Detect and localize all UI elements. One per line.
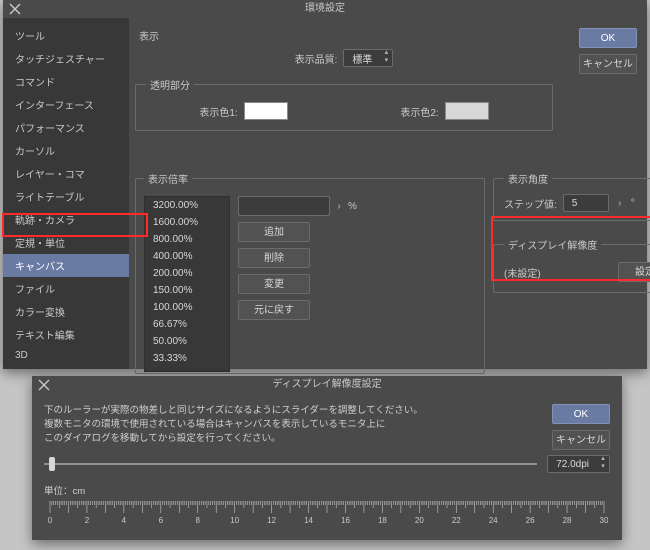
zoom-input[interactable] <box>238 196 330 216</box>
svg-text:8: 8 <box>196 516 201 525</box>
zoom-delete-button[interactable]: 削除 <box>238 248 310 268</box>
dpi-spinner[interactable]: 72.0dpi ▴▾ <box>547 455 610 473</box>
svg-text:16: 16 <box>341 516 350 525</box>
transparency-legend: 透明部分 <box>146 77 194 92</box>
chevron-down-icon[interactable]: ▾ <box>380 58 392 66</box>
zoom-list-item[interactable]: 1600.00% <box>145 214 229 231</box>
cancel-button[interactable]: キャンセル <box>552 430 610 450</box>
percent-label: % <box>348 201 357 212</box>
dialog-title: 環境設定 <box>3 0 647 18</box>
dialog-title: ディスプレイ解像度設定 <box>32 376 622 394</box>
category-sidebar: ツールタッチジェスチャーコマンドインターフェースパフォーマンスカーソルレイヤー・… <box>3 18 129 369</box>
zoom-legend: 表示倍率 <box>144 171 192 186</box>
sidebar-item[interactable]: 3D <box>3 346 129 365</box>
svg-text:22: 22 <box>452 516 461 525</box>
zoom-list-item[interactable]: 400.00% <box>145 248 229 265</box>
unit-label: 単位：cm <box>44 483 610 497</box>
zoom-list-item[interactable]: 3200.00% <box>145 197 229 214</box>
display-res-status: (未設定) <box>504 265 541 280</box>
zoom-list-item[interactable]: 50.00% <box>145 333 229 350</box>
sidebar-item[interactable]: コマンド <box>3 70 129 93</box>
zoom-list-item[interactable]: 33.33% <box>145 350 229 367</box>
ok-button[interactable]: OK <box>579 28 637 48</box>
step-value: 5 <box>564 198 586 209</box>
cancel-button[interactable]: キャンセル <box>579 54 637 74</box>
angle-fieldset: 表示角度 ステップ値: 5 › ° <box>493 171 650 221</box>
svg-text:26: 26 <box>526 516 535 525</box>
sidebar-item[interactable]: タッチジェスチャー <box>3 47 129 70</box>
chevron-down-icon[interactable]: ▾ <box>597 464 609 472</box>
angle-legend: 表示角度 <box>504 171 552 186</box>
sidebar-item[interactable]: カラー変換 <box>3 300 129 323</box>
close-icon[interactable] <box>9 3 21 15</box>
zoom-list-item[interactable]: 100.00% <box>145 299 229 316</box>
sidebar-item[interactable]: カーソル <box>3 139 129 162</box>
svg-text:28: 28 <box>563 516 572 525</box>
display-res-legend: ディスプレイ解像度 <box>504 237 601 252</box>
step-input[interactable]: 5 <box>563 194 609 212</box>
close-icon[interactable] <box>38 379 50 391</box>
zoom-list[interactable]: 3200.00%1600.00%800.00%400.00%200.00%150… <box>144 196 230 372</box>
display-res-set-button[interactable]: 設定 <box>618 262 650 282</box>
svg-text:12: 12 <box>267 516 276 525</box>
quality-value: 標準 <box>344 51 380 66</box>
transparency-fieldset: 透明部分 表示色1: 表示色2: <box>135 77 553 131</box>
svg-text:6: 6 <box>159 516 164 525</box>
sidebar-item[interactable]: 定規・単位 <box>3 231 129 254</box>
color2-swatch[interactable] <box>445 102 489 120</box>
svg-text:2: 2 <box>85 516 90 525</box>
color1-label: 表示色1: <box>199 104 237 119</box>
slider-track <box>44 463 537 465</box>
svg-text:30: 30 <box>600 516 609 525</box>
display-res-dialog: ディスプレイ解像度設定 OK キャンセル 下のルーラーが実際の物差しと同じサイズ… <box>32 376 622 540</box>
display-res-fieldset: ディスプレイ解像度 (未設定) 設定 <box>493 237 650 293</box>
zoom-reset-button[interactable]: 元に戻す <box>238 300 310 320</box>
svg-text:20: 20 <box>415 516 424 525</box>
color2-label: 表示色2: <box>400 104 438 119</box>
svg-text:10: 10 <box>230 516 239 525</box>
sidebar-item[interactable]: キャンバス <box>3 254 129 277</box>
svg-text:24: 24 <box>489 516 498 525</box>
slider-thumb[interactable] <box>49 457 55 471</box>
titlebar: ディスプレイ解像度設定 <box>32 376 622 394</box>
sidebar-item[interactable]: テキスト編集 <box>3 323 129 346</box>
ruler: 024681012141618202224262830 <box>44 501 610 529</box>
sidebar-item[interactable]: ファイル <box>3 277 129 300</box>
sidebar-item[interactable]: ライトテーブル <box>3 185 129 208</box>
dpi-slider[interactable] <box>44 456 537 472</box>
svg-text:4: 4 <box>122 516 127 525</box>
sidebar-item[interactable]: レイヤー・コマ <box>3 162 129 185</box>
titlebar: 環境設定 <box>3 0 647 18</box>
step-label: ステップ値: <box>504 196 557 211</box>
content-area: OK キャンセル 表示 表示品質: 標準 ▴▾ 透明部分 表示 <box>129 18 647 369</box>
degree-label: ° <box>631 198 635 209</box>
sidebar-item[interactable]: ツール <box>3 24 129 47</box>
zoom-list-item[interactable]: 150.00% <box>145 282 229 299</box>
color1-swatch[interactable] <box>244 102 288 120</box>
quality-label: 表示品質: <box>295 51 338 66</box>
svg-text:14: 14 <box>304 516 313 525</box>
svg-text:18: 18 <box>378 516 387 525</box>
dpi-value: 72.0dpi <box>548 459 597 470</box>
ok-button[interactable]: OK <box>552 404 610 424</box>
zoom-change-button[interactable]: 変更 <box>238 274 310 294</box>
zoom-list-item[interactable]: 200.00% <box>145 265 229 282</box>
sidebar-item[interactable]: インターフェース <box>3 93 129 116</box>
svg-text:0: 0 <box>48 516 53 525</box>
sidebar-item[interactable]: パフォーマンス <box>3 116 129 139</box>
zoom-add-button[interactable]: 追加 <box>238 222 310 242</box>
display-heading: 表示 <box>139 28 553 43</box>
instruction-text: 下のルーラーが実際の物差しと同じサイズになるようにスライダーを調整してください。… <box>44 404 610 445</box>
zoom-list-item[interactable]: 66.67% <box>145 316 229 333</box>
sidebar-item[interactable]: 軌跡・カメラ <box>3 208 129 231</box>
quality-spinner[interactable]: 標準 ▴▾ <box>343 49 393 67</box>
prefs-dialog: 環境設定 ツールタッチジェスチャーコマンドインターフェースパフォーマンスカーソル… <box>3 0 647 369</box>
chevron-right-icon[interactable]: › <box>615 198 625 209</box>
zoom-fieldset: 表示倍率 3200.00%1600.00%800.00%400.00%200.0… <box>135 171 485 374</box>
chevron-right-icon[interactable]: › <box>334 201 344 212</box>
zoom-list-item[interactable]: 800.00% <box>145 231 229 248</box>
